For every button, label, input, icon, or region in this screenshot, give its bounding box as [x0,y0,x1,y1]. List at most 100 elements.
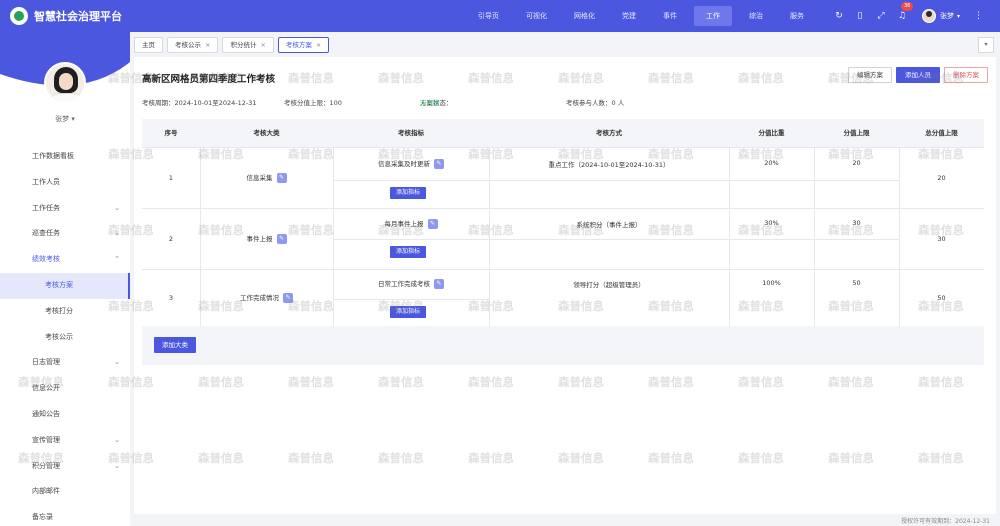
edit-icon[interactable]: ✎ [276,234,287,244]
row-cap: 20 [852,159,861,167]
user-name: 张梦 [940,12,954,20]
row-method: 领导打分（超级管理员） [573,281,645,289]
chevron-down-icon: ▾ [984,41,988,48]
chevron-down-icon: ⌄ [114,358,120,367]
sidebar-item-plan[interactable]: 考核方案 [0,272,130,299]
nav-event[interactable]: 事件 [653,0,687,32]
plan-max-score: 考核分值上限：100 [284,99,342,107]
assessment-table: 序号 考核大类 考核指标 考核方式 分值比重 分值上限 总分值上限 1 信息采集… [142,119,984,365]
chevron-down-icon: ⌄ [114,203,120,212]
bell-icon[interactable]: ♫ 36 [895,2,914,23]
sidebar-item-staff[interactable]: 工作人员 [0,170,130,196]
app-title: 智慧社会治理平台 [34,10,122,23]
nav-grid[interactable]: 网格化 [564,0,605,32]
table-row: 3 工作完成情况 ✎ 日常工作完成考核 ✎ 添加指标 领导打分（超级管理员） 100… [142,269,984,327]
tab-points-stats[interactable]: 积分统计 × [222,37,274,53]
row-no: 2 [168,235,174,243]
phone-icon[interactable]: ▯ [853,9,867,23]
sidebar-item-disclosure[interactable]: 信息公开 [0,376,130,402]
fullscreen-icon[interactable]: ⤢ [874,9,888,23]
tabs-dropdown-button[interactable]: ▾ [978,37,994,53]
chevron-down-icon: ▾ [957,12,961,20]
nav-visual[interactable]: 可视化 [516,0,557,32]
chevron-up-icon: ⌃ [114,255,120,264]
close-icon[interactable]: × [260,41,265,49]
refresh-icon[interactable]: ↻ [832,9,846,23]
add-indicator-button[interactable]: 添加指标 [390,246,427,258]
notification-badge: 36 [901,2,914,11]
sidebar-item-patrol[interactable]: 巡查任务 ⌄ [0,221,130,247]
row-indicator: 信息采集及时更新 ✎ [333,158,489,169]
tab-home[interactable]: 主页 [134,37,163,53]
top-bar: 智慧社会治理平台 引导页 可视化 网格化 党建 事件 工作 综治 服务 ↻ ▯ … [0,0,1000,32]
row-total: 50 [937,294,946,302]
avatar [922,9,936,23]
sidebar-item-tasks[interactable]: 工作任务 ⌄ [0,196,130,222]
page-tabs: 主页 考核公示 × 积分统计 × 考核方案 × [134,37,333,53]
sidebar-item-dashboard[interactable]: 工作数据看板 [0,144,130,170]
edit-icon[interactable]: ✎ [427,219,438,229]
sidebar: 张梦 ▾ 工作数据看板 工作人员 工作任务 ⌄ 巡查任务 ⌄ 绩效考核 ⌃ 考核方案 … [0,32,130,526]
row-category: 信息采集 ✎ [200,172,333,183]
page-title: 高新区网格员第四季度工作考核 [142,74,276,85]
nav-service[interactable]: 服务 [780,0,814,32]
edit-plan-button[interactable]: 编辑方案 [848,67,892,83]
user-menu[interactable]: 张梦 ▾ [922,9,960,23]
edit-icon[interactable]: ✎ [283,293,293,303]
sidebar-item-memo[interactable]: 备忘录 [0,505,130,526]
header-method: 考核方式 [596,129,622,137]
edit-icon[interactable]: ✎ [276,173,287,183]
sidebar-menu: 工作数据看板 工作人员 工作任务 ⌄ 巡查任务 ⌄ 绩效考核 ⌃ 考核方案 考核打分 … [0,144,130,526]
sidebar-item-publicity[interactable]: 考核公示 [0,325,130,351]
profile-name[interactable]: 张梦 ▾ [0,114,130,124]
add-indicator-button[interactable]: 添加指标 [390,187,427,199]
nav-guide[interactable]: 引导页 [468,0,509,32]
more-icon[interactable]: ⋮ [974,11,983,21]
table-row: 2 事件上报 ✎ 每月事件上报 ✎ 添加指标 系统积分（事件上报） 30% 30 3… [142,208,984,270]
status-badge: 未开始 [420,99,440,107]
table-header: 序号 考核大类 考核指标 考核方式 分值比重 分值上限 总分值上限 [142,119,984,147]
row-total: 20 [937,174,946,182]
row-indicator: 每月事件上报 ✎ [333,218,489,229]
sidebar-item-points[interactable]: 积分管理 ⌄ [0,454,130,480]
chevron-down-icon: ⌄ [114,435,120,444]
table-row: 1 信息采集 ✎ 信息采集及时更新 ✎ 添加指标 重点工作（2024-10-01至2… [142,147,984,209]
edit-icon[interactable]: ✎ [434,279,444,289]
row-weight: 20% [764,159,779,167]
row-weight: 100% [762,279,781,287]
delete-plan-button[interactable]: 删除方案 [944,67,988,83]
nav-party[interactable]: 党建 [612,0,646,32]
sidebar-item-promotion[interactable]: 宣传管理 ⌄ [0,428,130,454]
app-logo[interactable]: 智慧社会治理平台 [10,7,170,25]
row-indicator: 日常工作完成考核 ✎ [333,278,489,289]
sidebar-item-mail[interactable]: 内部邮件 [0,479,130,505]
nav-work[interactable]: 工作 [694,6,732,26]
header-indicator: 考核指标 [398,129,424,137]
close-icon[interactable]: × [205,41,210,49]
sidebar-item-logs[interactable]: 日志管理 ⌄ [0,350,130,376]
header-category: 考核大类 [253,129,280,137]
tab-plan[interactable]: 考核方案 × [277,37,330,53]
add-category-button[interactable]: 添加大类 [154,337,196,353]
row-cap: 50 [852,279,861,287]
plan-participants: 考核参与人数：0 人 [566,99,625,107]
row-no: 3 [168,294,174,302]
license-footer: 授权许可有效期到：2024-12-31 [901,518,990,525]
edit-icon[interactable]: ✎ [434,159,444,169]
header-cap: 分值上限 [843,129,870,137]
row-no: 1 [168,174,174,182]
tab-publicity[interactable]: 考核公示 × [167,37,219,53]
nav-governance[interactable]: 综治 [739,0,773,32]
close-icon[interactable]: × [316,41,321,49]
top-tools: ↻ ▯ ⤢ ♫ 36 张梦 ▾ ⋮ [832,0,983,32]
sidebar-item-performance[interactable]: 绩效考核 ⌃ [0,247,130,273]
add-indicator-button[interactable]: 添加指标 [390,306,427,318]
row-method: 系统积分（事件上报） [576,221,642,229]
header-weight: 分值比重 [758,129,785,137]
sidebar-item-notices[interactable]: 通知公告 [0,402,130,428]
main-content: 高新区网格员第四季度工作考核 编辑方案 添加人员 删除方案 考核周期：2024-… [134,57,996,514]
header-no: 序号 [164,129,178,137]
sidebar-item-scoring[interactable]: 考核打分 [0,299,130,325]
row-total: 30 [937,235,946,243]
add-person-button[interactable]: 添加人员 [896,67,940,83]
